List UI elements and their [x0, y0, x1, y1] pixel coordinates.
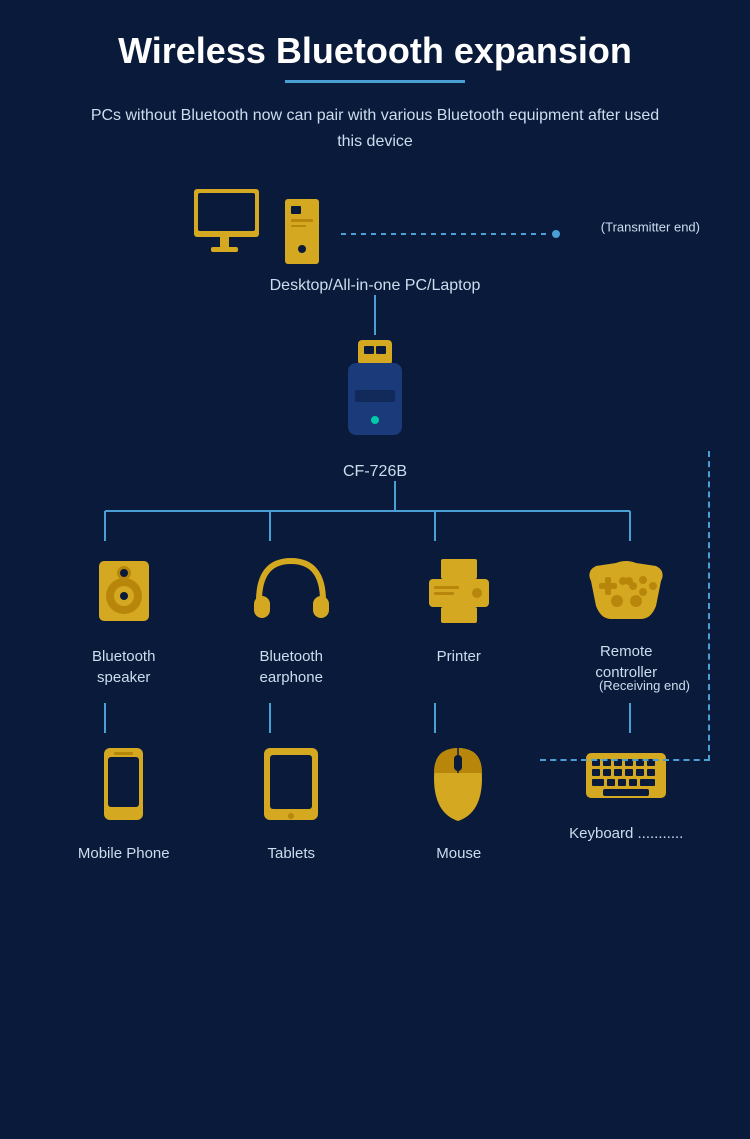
branch-connector-2 — [20, 703, 750, 733]
device-mouse: Mouse — [389, 743, 529, 864]
keyboard-icon — [581, 743, 671, 813]
device-bluetooth-earphone: Bluetoothearphone — [221, 551, 361, 688]
branch-wrapper: Bluetoothspeaker Bluetoothearphone — [20, 481, 730, 864]
branch-connector — [20, 481, 750, 541]
dotted-line-h — [341, 229, 561, 239]
speaker-label: Bluetoothspeaker — [92, 646, 155, 688]
tablet-icon — [256, 743, 326, 833]
earphone-icon — [249, 551, 334, 636]
usb-label: CF-726B — [343, 463, 407, 481]
keyboard-label: Keyboard ........... — [569, 823, 683, 844]
connector-pc-usb — [374, 295, 376, 335]
earphone-label: Bluetoothearphone — [260, 646, 323, 688]
device-bluetooth-speaker: Bluetoothspeaker — [54, 551, 194, 688]
page-title: Wireless Bluetooth expansion — [20, 30, 730, 72]
pc-icon — [189, 184, 321, 269]
devices-row-2: Mobile Phone Tablets — [20, 743, 730, 864]
devices-row-1: Bluetoothspeaker Bluetoothearphone — [20, 551, 730, 688]
pc-label: Desktop/All-in-one PC/Laptop — [270, 277, 481, 295]
device-remote-controller: Remotecontroller — [556, 551, 696, 683]
speaker-icon — [84, 551, 164, 636]
device-tablets: Tablets — [221, 743, 361, 864]
controller-label: Remotecontroller — [595, 641, 657, 683]
mouse-icon — [426, 743, 491, 833]
pc-icon-row: (Transmitter end) — [20, 184, 730, 269]
controller-icon — [581, 551, 671, 631]
device-printer: Printer — [389, 551, 529, 667]
printer-label: Printer — [437, 646, 481, 667]
tower-icon — [283, 194, 321, 269]
phone-label: Mobile Phone — [78, 843, 170, 864]
monitor-icon — [189, 184, 279, 269]
subtitle: PCs without Bluetooth now can pair with … — [20, 103, 730, 154]
printer-icon — [419, 551, 499, 636]
pc-section: (Transmitter end) Desktop/All-in-one PC/… — [20, 184, 730, 295]
tablet-label: Tablets — [267, 843, 315, 864]
title-underline — [285, 80, 465, 83]
device-keyboard: Keyboard ........... — [556, 743, 696, 844]
phone-icon — [96, 743, 151, 833]
usb-device-icon — [330, 335, 420, 455]
transmitter-label: (Transmitter end) — [601, 219, 700, 234]
device-mobile-phone: Mobile Phone — [54, 743, 194, 864]
mouse-label: Mouse — [436, 843, 481, 864]
usb-section: CF-726B — [20, 335, 730, 481]
